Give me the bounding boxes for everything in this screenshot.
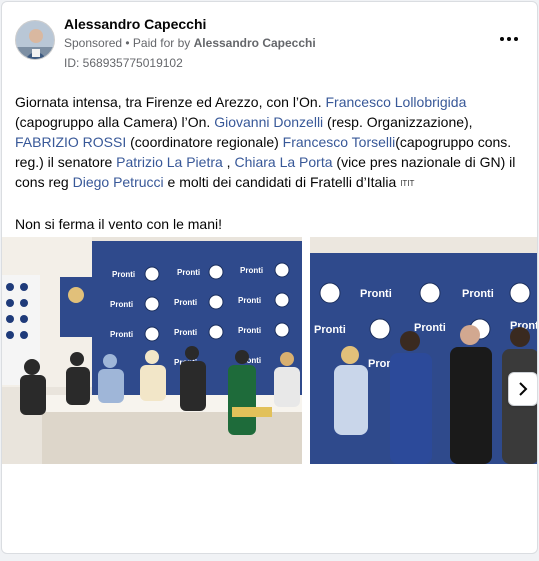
text-run: (resp. Organizzazione), [323,114,473,130]
tag-link[interactable]: FABRIZIO ROSSI [15,134,126,150]
chevron-right-icon [519,382,528,396]
svg-text:Pronti: Pronti [240,266,263,275]
carousel-next-button[interactable] [508,372,537,406]
paid-for-prefix: • Paid for by [125,36,191,50]
text-run: (capogruppo alla Camera) l’On. [15,114,215,130]
svg-text:Pronti: Pronti [462,288,494,300]
sponsored-label: Sponsored [64,36,123,50]
tag-link[interactable]: Chiara La Porta [234,154,332,170]
post-text: Giornata intensa, tra Firenze ed Arezzo,… [15,92,530,234]
svg-text:Pronti: Pronti [414,322,446,334]
carousel-photo-1[interactable]: Pronti Pronti Pronti Pronti Pronti Pronti Pr… [2,237,302,464]
paid-by-name: Alessandro Capecchi [193,36,316,50]
tag-link[interactable]: Giovanni Donzelli [214,114,323,130]
tag-link[interactable]: Francesco Lollobrigida [326,94,467,110]
svg-text:Pronti: Pronti [238,326,261,335]
text-run: (coordinatore regionale) [126,134,283,150]
tag-link[interactable]: Diego Petrucci [73,174,164,190]
svg-text:Pronti: Pronti [360,288,392,300]
sponsored-line: Sponsored • Paid for by Alessandro Capec… [64,36,316,50]
svg-text:Pronti: Pronti [110,300,133,309]
svg-text:Pronti: Pronti [174,298,197,307]
text-run: , [222,154,235,170]
tag-link[interactable]: Patrizio La Pietra [116,154,223,170]
ad-card: Alessandro Capecchi Sponsored • Paid for… [1,1,538,554]
author-name[interactable]: Alessandro Capecchi [64,16,206,32]
post-paragraph-1: Giornata intensa, tra Firenze ed Arezzo,… [15,92,530,194]
image-carousel: Pronti Pronti Pronti Pronti Pronti Pronti Pr… [2,237,537,464]
library-id: ID: 568935775019102 [64,56,183,70]
post-paragraph-2: Non si ferma il vento con le mani! [15,216,222,232]
text-run: e molti dei candidati di Fratelli d’Ital… [163,174,401,190]
svg-text:Pronti: Pronti [177,268,200,277]
italy-flag-emoji: ITIT [400,179,415,188]
tag-link[interactable]: Francesco Torselli [283,134,396,150]
carousel-photo-2[interactable]: ProntiPronti ProntiProntiPronti Pronti [310,237,537,464]
text-run: Giornata intensa, tra Firenze ed Arezzo,… [15,94,326,110]
more-options-icon[interactable] [498,32,520,46]
author-avatar[interactable] [15,20,55,60]
svg-text:Pronti: Pronti [112,270,135,279]
svg-text:Pronti: Pronti [174,328,197,337]
svg-text:Pronti: Pronti [110,330,133,339]
svg-text:Pronti: Pronti [314,324,346,336]
svg-text:Pronti: Pronti [238,296,261,305]
